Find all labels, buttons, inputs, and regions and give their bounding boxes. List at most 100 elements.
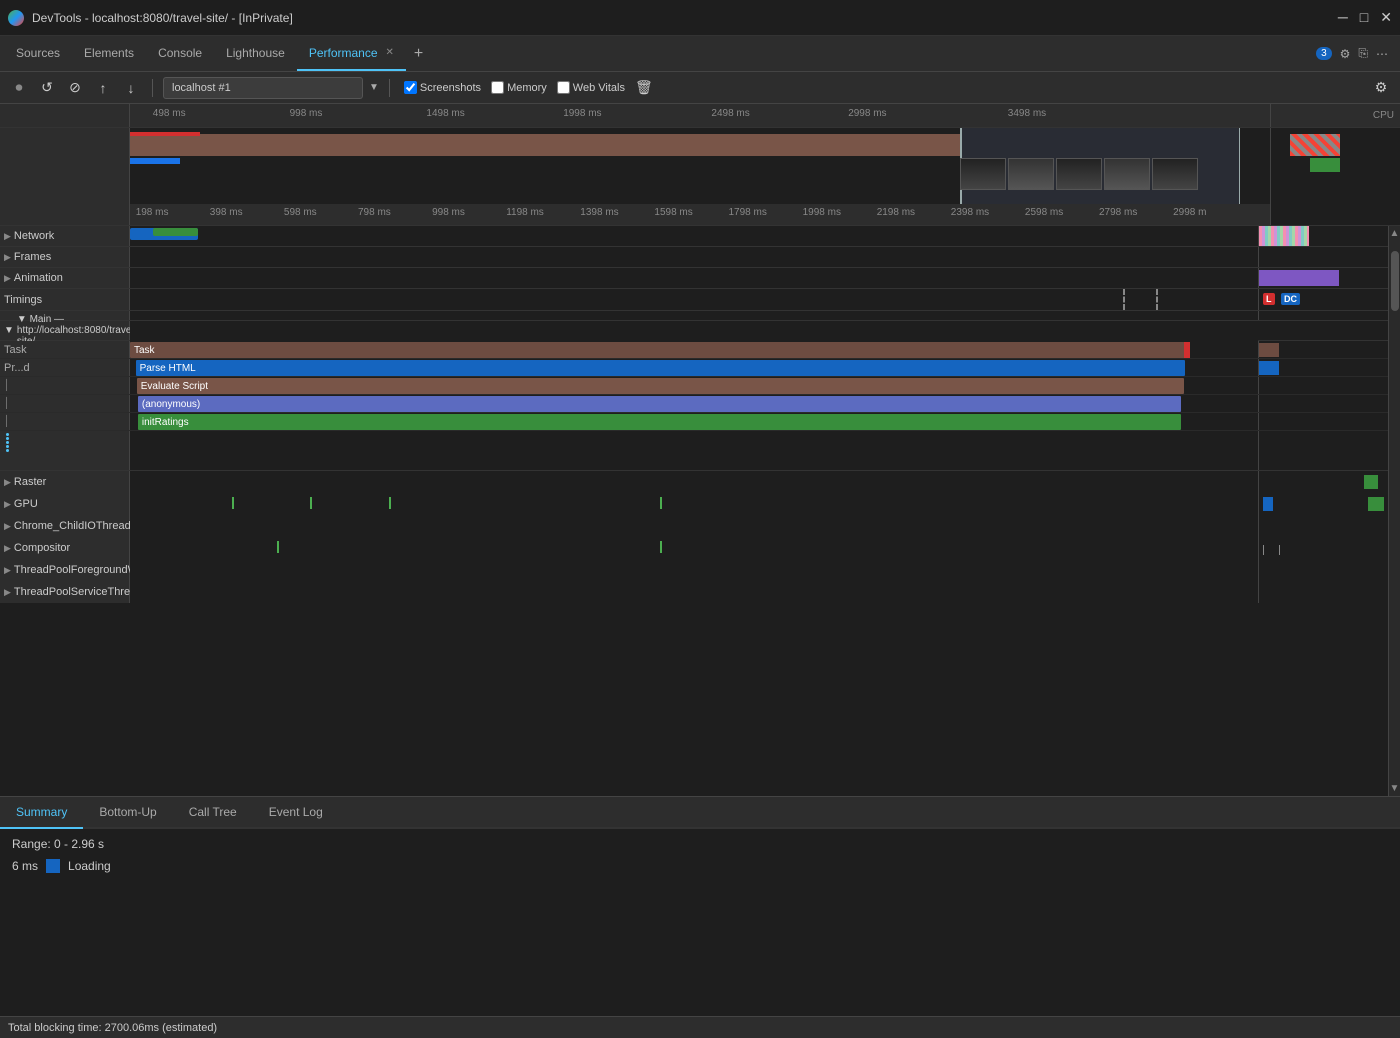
eval-script-bar[interactable]: Evaluate Script: [137, 378, 1184, 394]
mtick-8: 1798 ms: [729, 207, 767, 218]
timings-data: [130, 289, 1258, 310]
flame-row-anon: │ (anonymous): [0, 395, 1388, 413]
status-text: Total blocking time: 2700.06ms (estimate…: [8, 1022, 217, 1034]
raster-track-row: ▶ Raster: [0, 471, 1388, 493]
threadpool-fg-label[interactable]: ▶ ThreadPoolForegroundWorker: [0, 559, 130, 581]
gpu-track-label[interactable]: ▶ GPU: [0, 493, 130, 515]
task-red-end: [1184, 342, 1190, 358]
url-dropdown-arrow[interactable]: ▼: [369, 82, 379, 93]
animation-expand-icon[interactable]: ▶: [4, 273, 11, 284]
bottom-panel: Summary Bottom-Up Call Tree Event Log Ra…: [0, 796, 1400, 1016]
tick-6: 3498 ms: [1008, 108, 1046, 119]
tick-1: 998 ms: [290, 108, 323, 119]
tab-lighthouse[interactable]: Lighthouse: [214, 36, 297, 71]
download-button[interactable]: ↓: [120, 77, 142, 99]
mtick-3: 798 ms: [358, 207, 391, 218]
threadpool-svc-expand-icon[interactable]: ▶: [4, 587, 11, 598]
main-thread-header: ▼ ▼ Main — http://localhost:8080/travel-…: [0, 321, 1388, 341]
compositor-expand-icon[interactable]: ▶: [4, 543, 11, 554]
title-bar: DevTools - localhost:8080/travel-site/ -…: [0, 0, 1400, 36]
threadpool-svc-label[interactable]: ▶ ThreadPoolServiceThread: [0, 581, 130, 603]
tab-summary[interactable]: Summary: [0, 797, 83, 829]
tab-event-log[interactable]: Event Log: [253, 797, 339, 829]
reload-button[interactable]: ↺: [36, 77, 58, 99]
tick-0: 498 ms: [153, 108, 186, 119]
memory-checkbox-group: Memory: [491, 81, 547, 94]
record-button[interactable]: ⏺: [8, 77, 30, 99]
frames-track-label[interactable]: ▶ Frames: [0, 247, 130, 267]
clear-button[interactable]: 🗑: [635, 79, 653, 96]
gpu-expand-icon[interactable]: ▶: [4, 499, 11, 510]
scroll-down-arrow[interactable]: ▼: [1388, 781, 1400, 796]
network-track-row: ▶ Network: [0, 226, 1388, 247]
network-expand-icon[interactable]: ▶: [4, 231, 11, 242]
time-ruler-top: 498 ms 998 ms 1498 ms 1998 ms 2498 ms 29…: [0, 104, 1400, 128]
main-thread-expand-icon[interactable]: ▼: [4, 325, 14, 336]
flame-data-initratings[interactable]: initRatings: [130, 413, 1258, 430]
url-input[interactable]: [163, 77, 363, 99]
flame-data-task[interactable]: Task: [130, 341, 1258, 358]
chrome-childio-label[interactable]: ▶ Chrome_ChildIOThread: [0, 515, 130, 537]
webvitals-checkbox[interactable]: [557, 81, 570, 94]
frames-expand-icon[interactable]: ▶: [4, 252, 11, 263]
tick-4: 2498 ms: [711, 108, 749, 119]
scroll-up-arrow[interactable]: ▲: [1388, 226, 1400, 241]
more-icon[interactable]: ⋯: [1376, 47, 1388, 61]
frames-track-row: ▶ Frames: [0, 247, 1388, 268]
flame-data-eval[interactable]: Evaluate Script: [130, 377, 1258, 394]
compositor-label[interactable]: ▶ Compositor: [0, 537, 130, 559]
network-track-data: [130, 226, 1258, 246]
compositor-data: [130, 537, 1258, 559]
close-button[interactable]: ✕: [1380, 9, 1392, 26]
gpu-deco: [1263, 497, 1273, 511]
memory-checkbox[interactable]: [491, 81, 504, 94]
share-icon[interactable]: ⎘: [1358, 46, 1368, 61]
settings-icon[interactable]: ⚙: [1340, 47, 1351, 61]
tab-add-button[interactable]: +: [406, 36, 431, 71]
tick-3: 1998 ms: [563, 108, 601, 119]
tab-sources[interactable]: Sources: [4, 36, 72, 71]
network-track-label[interactable]: ▶ Network: [0, 226, 130, 246]
chart-row: 6 ms Loading: [12, 859, 1388, 873]
tab-performance[interactable]: Performance ✕: [297, 36, 406, 71]
task-bar[interactable]: Task: [130, 342, 1190, 358]
anonymous-bar[interactable]: (anonymous): [138, 396, 1181, 412]
upload-button[interactable]: ↑: [92, 77, 114, 99]
screenshots-checkbox-group: Screenshots: [404, 81, 481, 94]
frames-label-text: Frames: [14, 251, 51, 263]
performance-settings-button[interactable]: ⚙: [1370, 77, 1392, 99]
init-ratings-bar[interactable]: initRatings: [138, 414, 1181, 430]
maximize-button[interactable]: □: [1360, 9, 1368, 26]
flame-data-parse[interactable]: Parse HTML: [130, 359, 1258, 376]
animation-track-row: ▶ Animation: [0, 268, 1388, 289]
mtick-14: 2998 m: [1173, 207, 1206, 218]
tab-call-tree[interactable]: Call Tree: [173, 797, 253, 829]
minimize-button[interactable]: ─: [1338, 9, 1348, 26]
tab-console[interactable]: Console: [146, 36, 214, 71]
scrollbar-thumb[interactable]: [1391, 251, 1399, 311]
mtick-13: 2798 ms: [1099, 207, 1137, 218]
animation-track-label[interactable]: ▶ Animation: [0, 268, 130, 288]
tab-close-icon[interactable]: ✕: [386, 47, 394, 58]
chrome-childio-expand-icon[interactable]: ▶: [4, 521, 11, 532]
webvitals-checkbox-group: Web Vitals: [557, 81, 625, 94]
vertical-scrollbar[interactable]: ▲ ▼: [1388, 226, 1400, 796]
notifications-icon[interactable]: 3: [1316, 47, 1332, 60]
tab-bottom-up[interactable]: Bottom-Up: [83, 797, 172, 829]
gpu-track-data: [130, 493, 1258, 515]
cancel-button[interactable]: ⊘: [64, 77, 86, 99]
parse-html-bar[interactable]: Parse HTML: [136, 360, 1185, 376]
toolbar: ⏺ ↺ ⊘ ↑ ↓ ▼ Screenshots Memory Web Vital…: [0, 72, 1400, 104]
flamechart-body[interactable]: ▶ Network ▶: [0, 226, 1400, 796]
flame-data-anon[interactable]: (anonymous): [130, 395, 1258, 412]
cpu-deco: [1290, 134, 1340, 156]
screenshots-checkbox[interactable]: [404, 81, 417, 94]
overview-bars[interactable]: NET: [0, 128, 1400, 204]
title-bar-controls[interactable]: ─ □ ✕: [1338, 9, 1392, 26]
main-thread-label[interactable]: ▼ ▼ Main — http://localhost:8080/travel-…: [0, 321, 130, 340]
tab-elements[interactable]: Elements: [72, 36, 146, 71]
raster-expand-icon[interactable]: ▶: [4, 477, 11, 488]
main-thread-data: [130, 321, 1258, 341]
threadpool-fg-expand-icon[interactable]: ▶: [4, 565, 11, 576]
raster-track-label[interactable]: ▶ Raster: [0, 471, 130, 493]
